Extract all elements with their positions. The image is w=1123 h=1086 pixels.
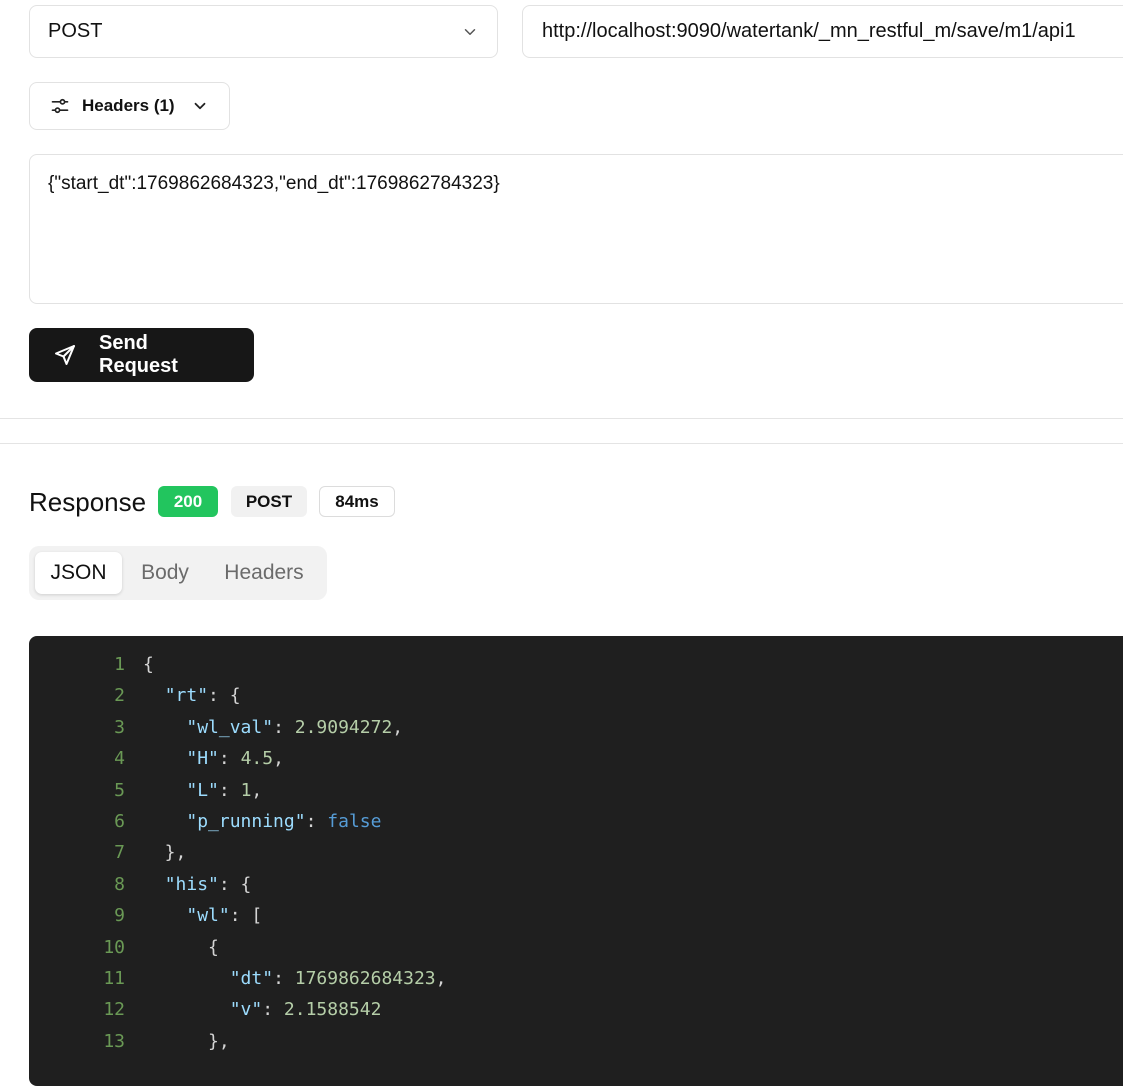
code-token: 1769862684323	[294, 967, 436, 989]
url-input[interactable]: http://localhost:9090/watertank/_mn_rest…	[522, 5, 1123, 58]
line-number: 7	[114, 842, 125, 864]
code-line: "rt": {	[143, 680, 446, 711]
code-token: "H"	[186, 748, 219, 770]
code-token: ,	[273, 748, 284, 770]
headers-toggle-button[interactable]: Headers (1)	[29, 82, 230, 130]
response-tabs: JSON Body Headers	[29, 546, 327, 600]
code-token: :	[273, 716, 295, 738]
code-token: "dt"	[229, 967, 274, 989]
code-line: {	[143, 649, 446, 680]
line-number: 11	[103, 967, 125, 989]
code-line: "wl_val": 2.9094272,	[143, 712, 446, 743]
code-token: {	[143, 654, 154, 675]
code-token: "rt"	[164, 685, 209, 707]
line-number: 4	[114, 748, 125, 770]
line-number: 9	[114, 905, 125, 927]
code-token: {	[143, 936, 219, 958]
line-number: 6	[114, 810, 125, 832]
url-input-value: http://localhost:9090/watertank/_mn_rest…	[542, 20, 1076, 42]
response-title: Response	[29, 487, 147, 517]
code-line: "v": 2.1588542	[143, 994, 446, 1025]
code-token: "p_running"	[186, 810, 306, 832]
tab-body[interactable]: Body	[127, 552, 203, 594]
code-token: :	[273, 967, 295, 989]
line-numbers: 1 2 3 4 5 6 7 8 9 10 11 12 13	[29, 649, 125, 1057]
code-line: "H": 4.5,	[143, 743, 446, 774]
line-number: 13	[103, 1030, 125, 1052]
request-body-value: {"start_dt":1769862684323,"end_dt":17698…	[48, 173, 500, 194]
line-number: 1	[114, 654, 125, 675]
send-icon	[53, 343, 77, 367]
code-token: :	[262, 999, 284, 1021]
send-request-button[interactable]: Send Request	[29, 328, 254, 382]
code-token: "his"	[164, 873, 219, 895]
code-token: :	[218, 748, 241, 770]
code-line: "wl": [	[143, 900, 446, 931]
code-line: },	[143, 837, 446, 868]
method-badge: POST	[231, 486, 307, 517]
line-number: 12	[103, 999, 125, 1021]
code-token: false	[327, 810, 382, 832]
headers-toggle-label: Headers (1)	[82, 96, 175, 115]
line-number: 5	[114, 779, 125, 801]
line-number: 10	[103, 936, 125, 958]
code-line: "p_running": false	[143, 806, 446, 837]
tab-headers[interactable]: Headers	[209, 552, 319, 594]
line-number: 8	[114, 873, 125, 895]
sliders-icon	[50, 96, 70, 116]
code-token: },	[143, 842, 187, 864]
code-line: "his": {	[143, 869, 446, 900]
code-token: 2.9094272	[294, 716, 393, 738]
status-badge: 200	[158, 486, 218, 517]
code-token: 4.5	[240, 748, 274, 770]
code-line: "dt": 1769862684323,	[143, 963, 447, 994]
code-token: "wl"	[186, 905, 230, 927]
code-token: "L"	[186, 779, 219, 801]
code-token: 2.1588542	[283, 999, 382, 1021]
section-divider	[0, 418, 1123, 419]
line-number: 3	[114, 716, 125, 738]
json-viewer[interactable]: 1 2 3 4 5 6 7 8 9 10 11 12 13 { "rt": { "wl_val": 2.…	[29, 636, 1123, 1086]
code-token: ,	[435, 967, 447, 989]
code-token: ,	[392, 716, 404, 738]
section-divider	[0, 443, 1123, 444]
code-line: },	[143, 1026, 446, 1057]
code-token: :	[218, 779, 241, 801]
code-token: "wl_val"	[186, 716, 274, 738]
code-token: : {	[208, 685, 241, 707]
code-token: 1	[240, 779, 252, 801]
code-token: :	[305, 810, 328, 832]
code-line: "L": 1,	[143, 775, 446, 806]
method-select[interactable]: POST	[29, 5, 498, 58]
send-request-label: Send Request	[99, 332, 178, 377]
code-token: },	[143, 1030, 230, 1052]
tab-json[interactable]: JSON	[35, 552, 122, 594]
method-select-value: POST	[48, 20, 103, 42]
time-badge: 84ms	[319, 486, 395, 517]
code-token: : [	[229, 905, 263, 927]
code-line: {	[143, 932, 446, 963]
code-token: : {	[218, 873, 252, 895]
code-token: ,	[251, 779, 263, 801]
chevron-down-icon	[191, 97, 209, 115]
request-body-textarea[interactable]: {"start_dt":1769862684323,"end_dt":17698…	[29, 154, 1123, 304]
code-token: "v"	[229, 999, 263, 1021]
line-number: 2	[114, 685, 125, 707]
chevron-down-icon	[461, 23, 479, 41]
json-code: { "rt": { "wl_val": 2.9094272, "H": 4.5,…	[143, 649, 446, 1057]
